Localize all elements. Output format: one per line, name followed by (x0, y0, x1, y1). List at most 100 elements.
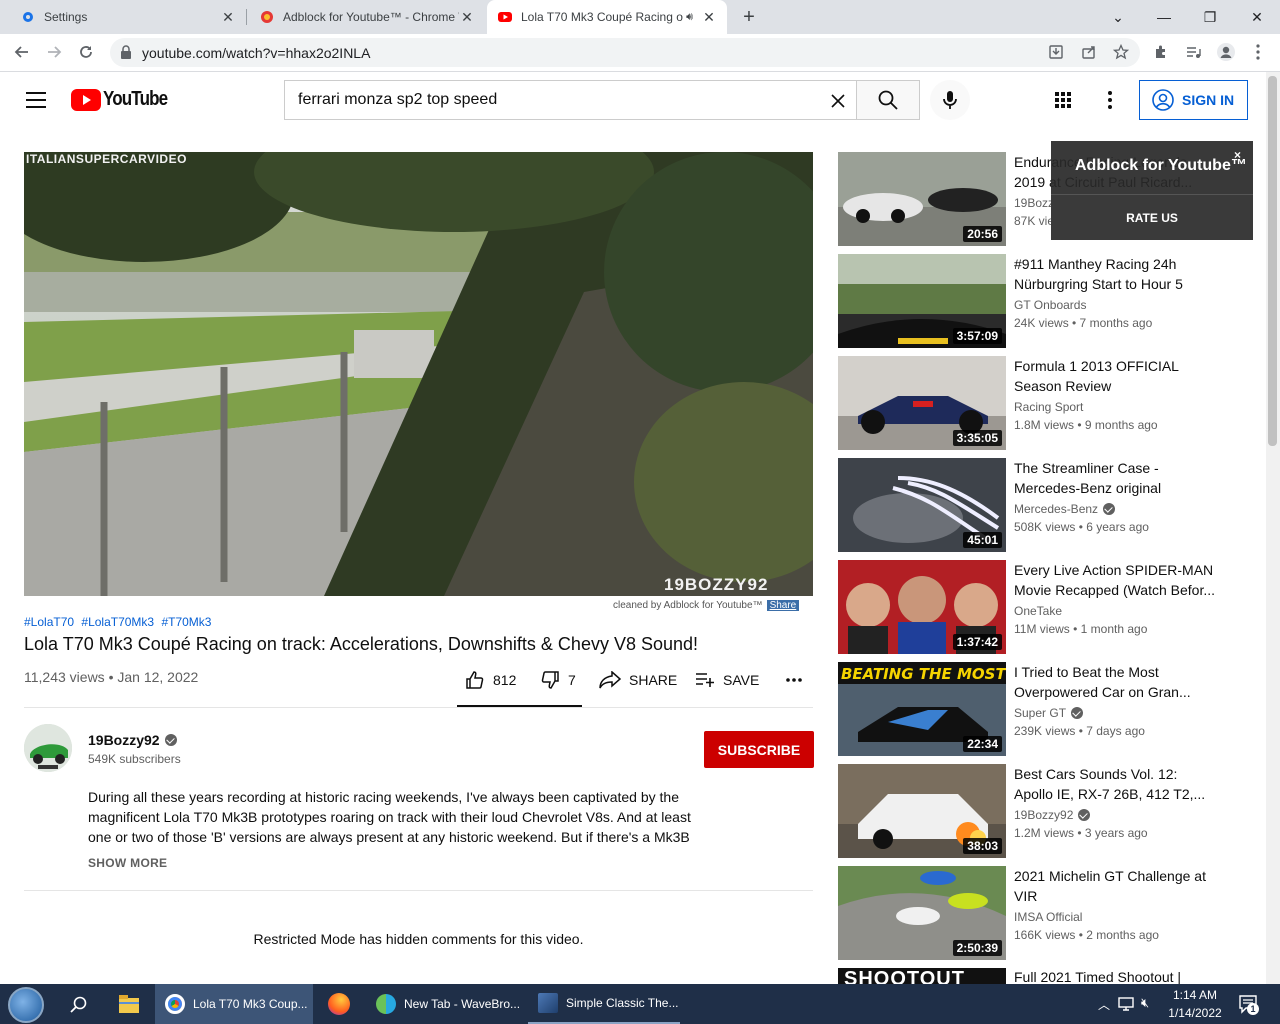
bookmark-star-icon[interactable] (1113, 44, 1129, 60)
taskbar-item-simple-classic[interactable]: Simple Classic The... (528, 984, 680, 1024)
notification-center-button[interactable]: 1 (1238, 994, 1259, 1015)
volume-icon[interactable]: 🔇︎ (1141, 995, 1149, 1011)
forward-button[interactable] (40, 38, 68, 66)
related-video-item[interactable]: 3:35:05 Formula 1 2013 OFFICIAL Season R… (838, 356, 1258, 450)
video-thumbnail[interactable]: 20:56 (838, 152, 1006, 246)
back-button[interactable] (8, 38, 36, 66)
network-icon[interactable] (1117, 996, 1135, 1012)
hashtag-link[interactable]: #T70Mk3 (161, 615, 211, 629)
show-more-button[interactable]: SHOW MORE (88, 856, 167, 870)
search-input[interactable]: ferrari monza sp2 top speed (284, 80, 857, 120)
related-video-title[interactable]: Best Cars Sounds Vol. 12: Apollo IE, RX-… (1014, 764, 1219, 804)
dislike-button[interactable]: 7 (540, 668, 576, 692)
video-player[interactable]: ITALIANSUPERCARVIDEO 19BOZZY92 (24, 152, 813, 596)
hashtag-link[interactable]: #LolaT70 (24, 615, 74, 629)
profile-button[interactable] (1212, 38, 1240, 66)
related-video-title[interactable]: 2021 Michelin GT Challenge at VIR (1014, 866, 1219, 906)
apps-grid-icon[interactable] (1055, 92, 1071, 108)
related-channel[interactable]: OneTake (1014, 604, 1062, 618)
tab-youtube-video[interactable]: Lola T70 Mk3 Coupé Racing o 🔊︎ ✕ (487, 0, 727, 34)
related-video-item[interactable]: 2:50:39 2021 Michelin GT Challenge at VI… (838, 866, 1258, 960)
hamburger-menu-icon[interactable] (26, 92, 46, 108)
rate-us-button[interactable]: RATE US (1051, 194, 1253, 240)
related-channel[interactable]: IMSA Official (1014, 910, 1082, 924)
subscribe-button[interactable]: SUBSCRIBE (704, 731, 814, 768)
related-video-item[interactable]: 3:57:09 #911 Manthey Racing 24h Nürburgr… (838, 254, 1258, 348)
channel-name[interactable]: 19Bozzy92 (88, 732, 177, 748)
start-button[interactable] (8, 987, 44, 1023)
video-thumbnail[interactable]: 45:01 (838, 458, 1006, 552)
adblock-share-badge[interactable]: Share (766, 600, 800, 611)
install-icon[interactable] (1048, 44, 1064, 60)
clear-search-icon[interactable] (831, 94, 845, 108)
related-channel-name: Super GT (1014, 706, 1067, 720)
extensions-button[interactable] (1147, 38, 1175, 66)
search-button[interactable] (856, 80, 920, 120)
related-video-title[interactable]: #911 Manthey Racing 24h Nürburgring Star… (1014, 254, 1219, 294)
speaker-icon[interactable]: 🔊︎ (686, 11, 693, 24)
new-tab-button[interactable]: + (737, 5, 761, 29)
taskbar-item-chrome[interactable]: Lola T70 Mk3 Coup... (155, 984, 313, 1024)
related-channel[interactable]: GT Onboards (1014, 298, 1086, 312)
settings-more-icon[interactable] (1108, 91, 1112, 109)
close-icon[interactable]: ✕ (220, 9, 236, 26)
sign-in-button[interactable]: SIGN IN (1139, 80, 1248, 120)
close-icon[interactable]: × (1234, 148, 1241, 162)
clock-date: 1/14/2022 (1168, 1006, 1222, 1020)
related-video-item[interactable]: BEATING THE MOST OP CAR 22:34 I Tried to… (838, 662, 1258, 756)
video-thumbnail[interactable]: BEATING THE MOST OP CAR 22:34 (838, 662, 1006, 756)
video-thumbnail[interactable]: 1:37:42 (838, 560, 1006, 654)
taskbar-item-wavebrowser[interactable]: New Tab - WaveBro... (366, 984, 526, 1024)
video-thumbnail[interactable]: SHOOTOUT (838, 968, 1006, 984)
tab-settings[interactable]: Settings ✕ (0, 0, 246, 34)
file-explorer-icon[interactable] (118, 994, 140, 1014)
video-duration: 3:57:09 (952, 328, 1002, 344)
related-video-stats: 1.2M views • 3 years ago (1014, 826, 1148, 840)
reload-button[interactable] (72, 38, 100, 66)
tab-adblock[interactable]: Adblock for Youtube™ - Chrome We ✕ (247, 0, 485, 34)
video-watermark-top: ITALIANSUPERCARVIDEO (26, 152, 187, 166)
close-icon[interactable]: ✕ (701, 9, 717, 26)
related-video-title[interactable]: Full 2021 Timed Shootout | (1014, 968, 1219, 984)
video-thumbnail[interactable]: 3:57:09 (838, 254, 1006, 348)
related-channel[interactable]: Racing Sport (1014, 400, 1083, 414)
related-video-item[interactable]: SHOOTOUT Full 2021 Timed Shootout | (838, 968, 1258, 984)
minimize-button[interactable]: — (1141, 0, 1187, 34)
video-frame (24, 152, 813, 596)
close-icon[interactable]: ✕ (459, 9, 475, 26)
more-horiz-icon[interactable] (786, 678, 802, 682)
related-video-item[interactable]: 45:01 The Streamliner Case - Mercedes-Be… (838, 458, 1258, 552)
related-video-title[interactable]: I Tried to Beat the Most Overpowered Car… (1014, 662, 1219, 702)
media-control-button[interactable] (1179, 38, 1207, 66)
system-clock[interactable]: 1:14 AM 1/14/2022 (1163, 986, 1227, 1022)
related-video-title[interactable]: The Streamliner Case - Mercedes-Benz ori… (1014, 458, 1219, 498)
related-video-title[interactable]: Formula 1 2013 OFFICIAL Season Review (1014, 356, 1219, 396)
chevron-up-icon[interactable]: ︿ (1098, 996, 1110, 1013)
related-video-title[interactable]: Every Live Action SPIDER-MAN Movie Recap… (1014, 560, 1219, 600)
related-channel[interactable]: 19Bozzy92 (1014, 808, 1091, 822)
search-icon[interactable] (70, 996, 87, 1013)
youtube-logo[interactable]: YouTube (71, 88, 179, 111)
share-icon[interactable] (1081, 44, 1097, 60)
like-button[interactable]: 812 (465, 668, 516, 692)
voice-search-button[interactable] (930, 80, 970, 120)
related-video-item[interactable]: 1:37:42 Every Live Action SPIDER-MAN Mov… (838, 560, 1258, 654)
share-button[interactable]: SHARE (599, 668, 677, 692)
chrome-menu-button[interactable] (1244, 38, 1272, 66)
verified-icon (164, 734, 177, 746)
video-thumbnail[interactable]: 3:35:05 (838, 356, 1006, 450)
restore-button[interactable]: ❐ (1187, 0, 1233, 34)
related-video-item[interactable]: 38:03 Best Cars Sounds Vol. 12: Apollo I… (838, 764, 1258, 858)
video-thumbnail[interactable]: 2:50:39 (838, 866, 1006, 960)
close-window-button[interactable]: ✕ (1234, 0, 1280, 34)
avatar[interactable] (24, 724, 72, 772)
video-thumbnail[interactable]: 38:03 (838, 764, 1006, 858)
scrollbar-thumb[interactable] (1268, 76, 1277, 446)
save-button[interactable]: SAVE (695, 668, 759, 692)
related-channel[interactable]: Mercedes-Benz (1014, 502, 1116, 516)
hashtag-link[interactable]: #LolaT70Mk3 (81, 615, 154, 629)
firefox-icon[interactable] (328, 993, 350, 1015)
related-channel[interactable]: Super GT (1014, 706, 1084, 720)
tab-search-button[interactable]: ⌄ (1095, 0, 1141, 34)
address-bar[interactable]: youtube.com/watch?v=hhax2o2INLA (110, 38, 1140, 67)
